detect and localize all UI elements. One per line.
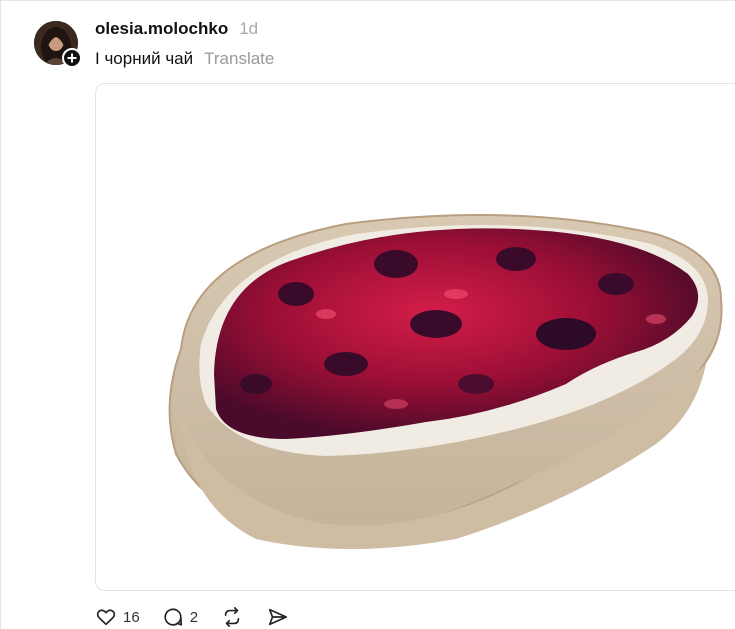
- avatar-container[interactable]: [34, 21, 82, 68]
- post-header: olesia.molochko 1d: [95, 19, 258, 39]
- post-time[interactable]: 1d: [239, 19, 258, 39]
- share-icon: [268, 608, 288, 626]
- reply-button[interactable]: 2: [162, 606, 198, 628]
- post-body: І чорний чай Translate: [95, 49, 274, 69]
- plus-icon[interactable]: [62, 48, 82, 68]
- thread-post: olesia.molochko 1d І чорний чай Translat…: [0, 0, 735, 629]
- jam-toast-image: [168, 214, 723, 549]
- reply-count: 2: [189, 608, 199, 626]
- post-image[interactable]: [95, 83, 735, 591]
- like-button[interactable]: 16: [95, 606, 140, 628]
- post-text: І чорний чай: [95, 49, 194, 68]
- like-count: 16: [123, 608, 140, 626]
- comment-icon: [164, 608, 182, 626]
- heart-icon: [96, 609, 116, 626]
- repost-button[interactable]: [220, 606, 244, 628]
- translate-link[interactable]: Translate: [204, 49, 274, 69]
- post-actions: 16 2: [95, 606, 312, 628]
- username[interactable]: olesia.molochko: [95, 19, 228, 39]
- share-button[interactable]: [266, 606, 290, 628]
- repost-icon: [224, 607, 240, 627]
